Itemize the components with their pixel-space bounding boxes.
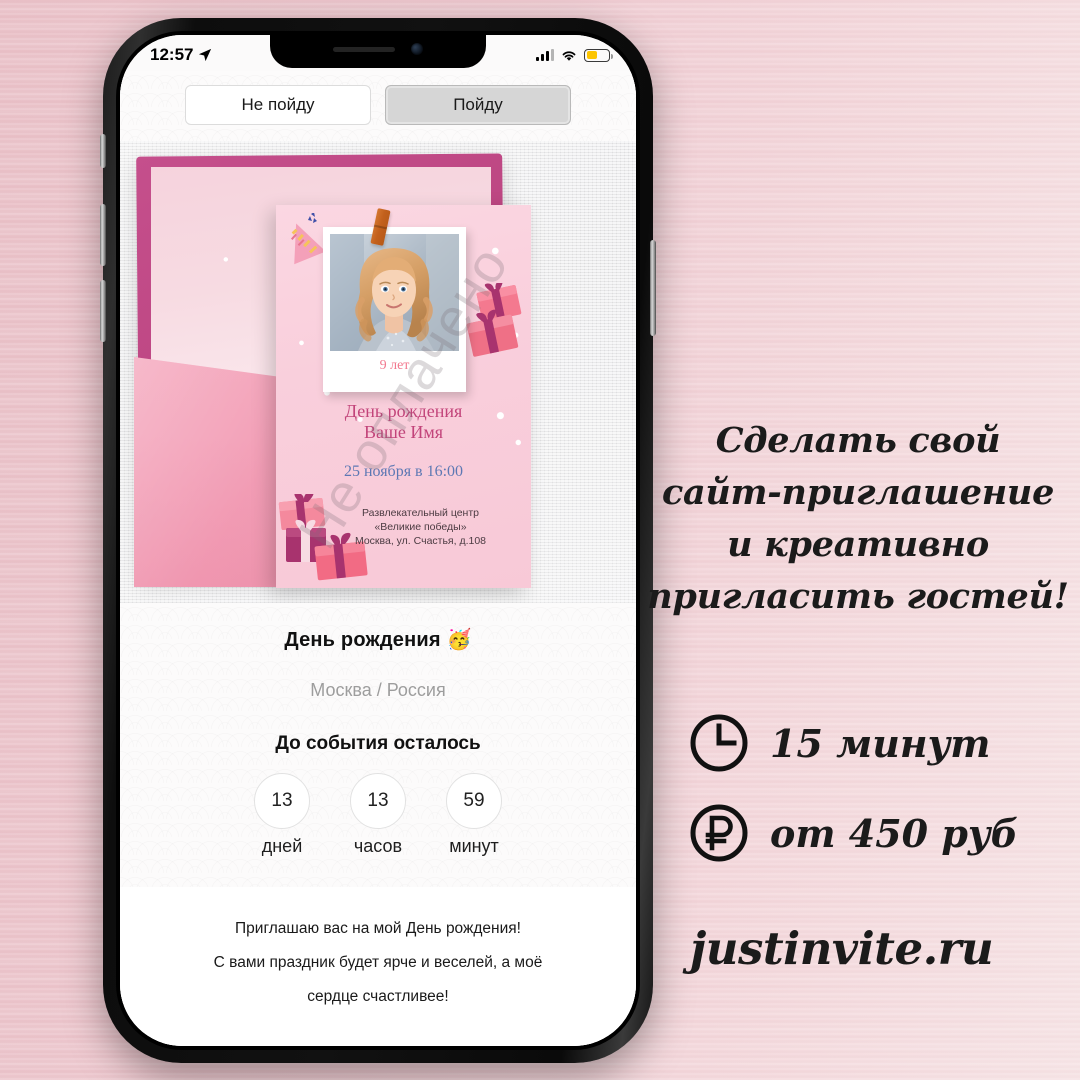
gift-boxes-right-icon (466, 283, 522, 357)
promo-feature-price: от 450 руб (688, 802, 1018, 864)
promo-feature-price-text: от 450 руб (770, 810, 1019, 856)
promo-panel: Сделать свой сайт-приглашение и креативн… (646, 0, 1080, 1080)
notch (270, 35, 486, 68)
promo-headline: Сделать свой сайт-приглашение и креативн… (646, 415, 1070, 623)
countdown: 13 дней 13 часов 59 минут (120, 773, 636, 857)
front-camera-icon (411, 43, 423, 55)
child-photo (330, 234, 459, 351)
countdown-minutes-label: минут (449, 836, 499, 856)
decline-button[interactable]: Не пойду (185, 85, 371, 125)
promo-features: 15 минут от 450 руб (688, 712, 1018, 864)
countdown-hours: 13 часов (345, 773, 411, 857)
event-location: Москва / Россия (310, 680, 446, 700)
accept-button[interactable]: Пойду (385, 85, 571, 125)
countdown-minutes: 59 минут (441, 773, 507, 857)
invitation-message-line2: С вами праздник будет ярче и веселей, а … (213, 954, 543, 971)
card-venue-line3: Москва, ул. Счастья, д.108 (354, 535, 487, 547)
invitation-card-text: День рождения Ваше Имя 25 ноября в 16:00… (276, 401, 531, 548)
invitation-card[interactable]: 9 лет День рождения Ваше Имя 25 ноября в… (276, 205, 531, 588)
card-venue: Развлекательный центр «Великие победы» М… (310, 506, 531, 548)
event-title: День рождения 🥳 (120, 627, 636, 652)
invitation-hero-image[interactable]: 9 лет День рождения Ваше Имя 25 ноября в… (120, 141, 636, 603)
status-time: 12:57 (150, 45, 194, 64)
countdown-minutes-value: 59 (446, 773, 502, 829)
volume-down-button[interactable] (100, 280, 106, 342)
ruble-circle-icon (690, 804, 748, 862)
promo-headline-line2: сайт-приглашение (661, 472, 1055, 513)
phone-mockup: 12:57 Не пойду Пойду 9 лет День рождения… (100, 18, 656, 1063)
invitation-message: Приглашаю вас на мой День рождения! С ва… (120, 887, 636, 1046)
countdown-hours-value: 13 (350, 773, 406, 829)
card-venue-line2: «Великие победы» (374, 521, 467, 533)
countdown-label: До события осталось (275, 733, 481, 754)
invitation-message-line1: Приглашаю вас на мой День рождения! (235, 920, 521, 937)
card-date: 25 ноября в 16:00 (343, 463, 464, 480)
phone-bezel: 12:57 Не пойду Пойду 9 лет День рождения… (116, 31, 640, 1050)
silent-switch-button[interactable] (100, 134, 106, 168)
volume-up-button[interactable] (100, 204, 106, 266)
battery-low-power-icon (584, 48, 613, 62)
clock-icon (690, 714, 748, 772)
countdown-days-value: 13 (254, 773, 310, 829)
phone-screen: 12:57 Не пойду Пойду 9 лет День рождения… (120, 35, 636, 1046)
cellular-signal-icon (536, 49, 554, 61)
status-bar-left: 12:57 (150, 45, 212, 65)
photo-age-caption: 9 лет (379, 358, 410, 373)
card-title-line2: Ваше Имя (363, 422, 443, 442)
rsvp-bar: Не пойду Пойду (120, 71, 636, 141)
card-venue-line1: Развлекательный центр (361, 507, 480, 519)
promo-feature-time: 15 минут (688, 712, 1018, 774)
event-info-section: День рождения 🥳 Москва / Россия До событ… (120, 603, 636, 887)
promo-headline-line1: Сделать свой (715, 420, 1001, 461)
invitation-app: Не пойду Пойду 9 лет День рождения Ваше … (120, 35, 636, 1046)
countdown-hours-label: часов (353, 836, 403, 856)
promo-url: justinvite.ru (690, 922, 994, 975)
location-arrow-icon (199, 48, 212, 62)
photo-polaroid: 9 лет (323, 227, 466, 392)
card-title-line1: День рождения (344, 401, 463, 421)
promo-feature-time-text: 15 минут (770, 720, 991, 766)
earpiece-speaker-icon (333, 46, 395, 52)
promo-headline-line3: и креативно (727, 524, 989, 565)
wifi-icon (562, 50, 576, 61)
party-face-emoji-icon: 🥳 (446, 629, 472, 651)
countdown-days: 13 дней (249, 773, 315, 857)
countdown-days-label: дней (261, 836, 303, 856)
promo-headline-line4: пригласить гостей! (647, 576, 1069, 617)
status-bar-right (536, 48, 613, 62)
invitation-message-line3: сердце счастливее! (307, 988, 449, 1005)
event-title-text: День рождения (284, 629, 441, 651)
party-hat-icon (290, 213, 326, 265)
